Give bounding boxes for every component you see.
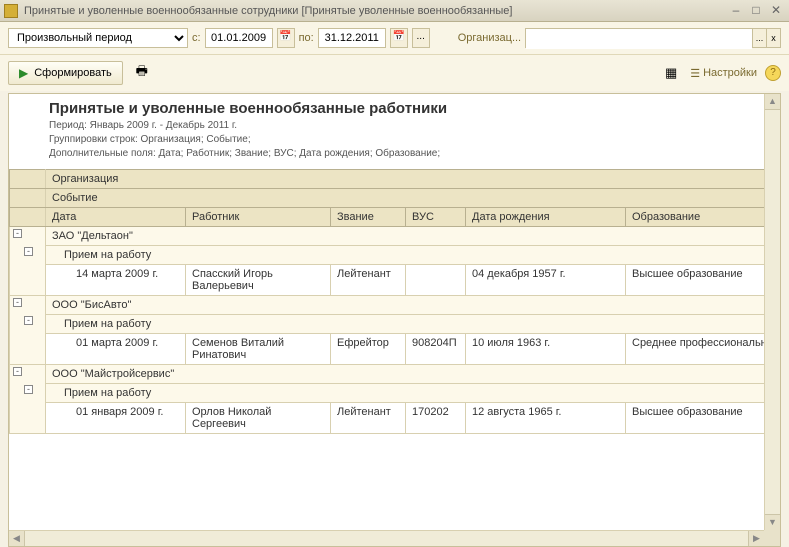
org-row: ООО "БисАвто" [46, 296, 780, 315]
collapse-icon[interactable]: - [13, 298, 22, 307]
period-type-select[interactable]: Произвольный период [8, 28, 188, 48]
scroll-down-icon[interactable]: ▼ [765, 514, 780, 530]
cell-vus: 170202 [406, 403, 466, 434]
org-label: Организац... [458, 32, 521, 44]
print-icon[interactable]: 🖶 [131, 62, 153, 84]
collapse-icon[interactable]: - [13, 229, 22, 238]
settings-link[interactable]: ☰ Настройки [690, 67, 757, 80]
table-row: 01 марта 2009 г. Семенов Виталий Ринатов… [10, 334, 780, 365]
scroll-right-icon[interactable]: ▶ [748, 531, 764, 547]
scroll-corner [764, 530, 780, 546]
window-title: Принятые и уволенные военнообязанные сот… [24, 5, 725, 17]
generate-button-label: Сформировать [34, 67, 112, 79]
gutter-header [10, 170, 46, 189]
play-icon: ▶ [19, 66, 28, 80]
date-from-input[interactable] [205, 28, 273, 48]
collapse-icon[interactable]: - [24, 247, 33, 256]
titlebar: Принятые и уволенные военнообязанные сот… [0, 0, 789, 22]
col-date: Дата [46, 208, 186, 227]
org-input[interactable] [526, 29, 752, 49]
report-meta-1: Период: Январь 2009 г. - Декабрь 2011 г. [49, 119, 774, 133]
collapse-icon[interactable]: - [24, 316, 33, 325]
col-edu: Образование [626, 208, 780, 227]
collapse-icon[interactable]: - [13, 367, 22, 376]
event-row: Прием на работу [46, 246, 780, 265]
scroll-left-icon[interactable]: ◀ [9, 531, 25, 547]
cell-rank: Лейтенант [331, 265, 406, 296]
app-icon [4, 4, 18, 18]
collapse-icon[interactable]: - [24, 385, 33, 394]
cell-edu: Высшее образование [626, 265, 780, 296]
to-label: по: [299, 32, 314, 44]
org-row: ЗАО "Дельтаон" [46, 227, 780, 246]
cell-worker: Семенов Виталий Ринатович [186, 334, 331, 365]
event-row: Прием на работу [46, 315, 780, 334]
table-row: 01 января 2009 г. Орлов Николай Сергееви… [10, 403, 780, 434]
event-row: Прием на работу [46, 384, 780, 403]
cell-worker: Орлов Николай Сергеевич [186, 403, 331, 434]
cell-worker: Спасский Игорь Валерьевич [186, 265, 331, 296]
col-rank: Звание [331, 208, 406, 227]
generate-button[interactable]: ▶ Сформировать [8, 61, 123, 85]
cell-date: 14 марта 2009 г. [46, 265, 186, 296]
calendar-from-icon[interactable]: 📅 [277, 28, 295, 48]
cell-edu: Среднее профессиональн [626, 334, 780, 365]
from-label: с: [192, 32, 201, 44]
report-title: Принятые и уволенные военнообязанные раб… [49, 100, 774, 117]
table-row: 14 марта 2009 г. Спасский Игорь Валерьев… [10, 265, 780, 296]
report-meta-2: Группировки строк: Организация; Событие; [49, 133, 774, 147]
calendar-to-icon[interactable]: 📅 [390, 28, 408, 48]
cell-vus [406, 265, 466, 296]
col-vus: ВУС [406, 208, 466, 227]
cell-date: 01 марта 2009 г. [46, 334, 186, 365]
scroll-up-icon[interactable]: ▲ [765, 94, 780, 110]
cell-bdate: 10 июля 1963 г. [466, 334, 626, 365]
filter-bar: Произвольный период с: 📅 по: 📅 ... Орган… [0, 22, 789, 55]
col-org: Организация [46, 170, 780, 189]
horizontal-scrollbar[interactable]: ◀ ▶ [9, 530, 764, 546]
help-icon[interactable]: ? [765, 65, 781, 81]
cell-rank: Лейтенант [331, 403, 406, 434]
cell-bdate: 12 августа 1965 г. [466, 403, 626, 434]
cell-vus: 908204П [406, 334, 466, 365]
col-worker: Работник [186, 208, 331, 227]
col-bdate: Дата рождения [466, 208, 626, 227]
org-row: ООО "Майстройсервис" [46, 365, 780, 384]
gutter-cell: - - [10, 227, 46, 296]
grid-icon[interactable]: ▦ [660, 62, 682, 84]
settings-icon: ☰ [690, 67, 700, 80]
cell-edu: Высшее образование [626, 403, 780, 434]
close-button[interactable]: ✕ [767, 3, 785, 19]
toolbar: ▶ Сформировать 🖶 ▦ ☰ Настройки ? [0, 55, 789, 91]
report-table: Организация Событие Дата Работник Звание… [9, 169, 780, 434]
report-header: Принятые и уволенные военнообязанные раб… [9, 94, 780, 169]
report-meta-3: Дополнительные поля: Дата; Работник; Зва… [49, 147, 774, 161]
cell-bdate: 04 декабря 1957 г. [466, 265, 626, 296]
cell-rank: Ефрейтор [331, 334, 406, 365]
maximize-button[interactable]: □ [747, 3, 765, 19]
col-event: Событие [46, 189, 780, 208]
gutter-cell: - - [10, 365, 46, 434]
org-dots-button[interactable]: ... [752, 29, 766, 47]
org-field: ... x [525, 28, 781, 48]
org-clear-button[interactable]: x [766, 29, 780, 47]
vertical-scrollbar[interactable]: ▲ ▼ [764, 94, 780, 530]
report-area: Принятые и уволенные военнообязанные раб… [8, 93, 781, 547]
date-to-input[interactable] [318, 28, 386, 48]
cell-date: 01 января 2009 г. [46, 403, 186, 434]
gutter-cell: - - [10, 296, 46, 365]
settings-label: Настройки [703, 67, 757, 79]
minimize-button[interactable]: – [727, 3, 745, 19]
period-dots-button[interactable]: ... [412, 28, 430, 48]
